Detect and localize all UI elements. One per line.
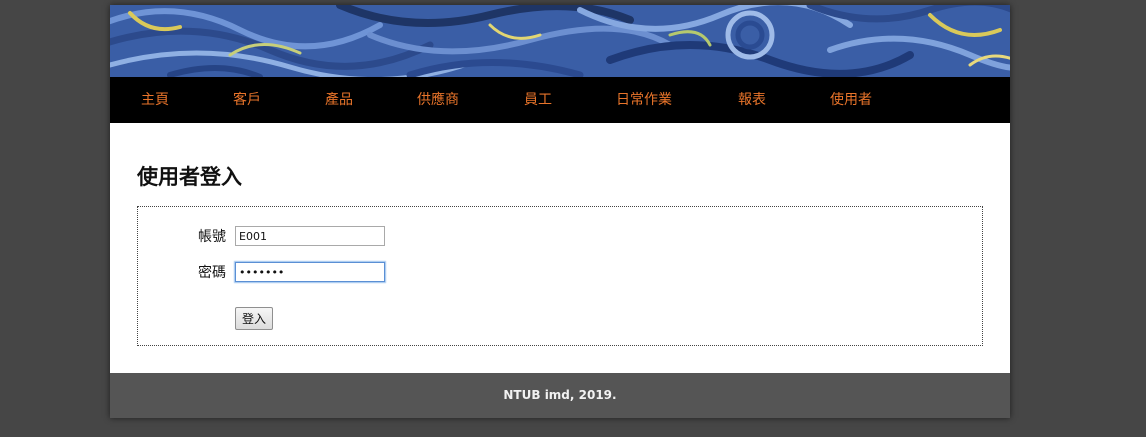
- starry-night-banner: [110, 5, 1010, 77]
- nav-item-reports[interactable]: 報表: [738, 77, 766, 123]
- nav-item-home[interactable]: 主頁: [141, 77, 169, 123]
- account-input[interactable]: [235, 226, 385, 246]
- page-title: 使用者登入: [137, 165, 242, 189]
- nav-item-customers[interactable]: 客戶: [233, 77, 261, 123]
- main-content: 使用者登入 帳號 密碼 登入: [110, 123, 1010, 373]
- nav-item-users[interactable]: 使用者: [830, 77, 872, 123]
- login-form: 帳號 密碼 登入: [137, 206, 983, 346]
- password-label: 密碼: [198, 265, 226, 281]
- page-container: 主頁 客戶 產品 供應商 員工 日常作業 報表 使用者 使用者登入 帳號 密碼 …: [110, 5, 1010, 418]
- nav-item-products[interactable]: 產品: [325, 77, 353, 123]
- login-button[interactable]: 登入: [235, 307, 273, 330]
- password-input[interactable]: [235, 262, 385, 282]
- footer-text: NTUB imd, 2019.: [503, 388, 617, 402]
- footer: NTUB imd, 2019.: [110, 373, 1010, 418]
- nav-item-daily-operations[interactable]: 日常作業: [616, 77, 672, 123]
- nav-item-suppliers[interactable]: 供應商: [417, 77, 459, 123]
- banner-image: [110, 5, 1010, 77]
- nav-item-employees[interactable]: 員工: [524, 77, 552, 123]
- main-nav: 主頁 客戶 產品 供應商 員工 日常作業 報表 使用者: [110, 77, 1010, 123]
- account-label: 帳號: [198, 229, 226, 245]
